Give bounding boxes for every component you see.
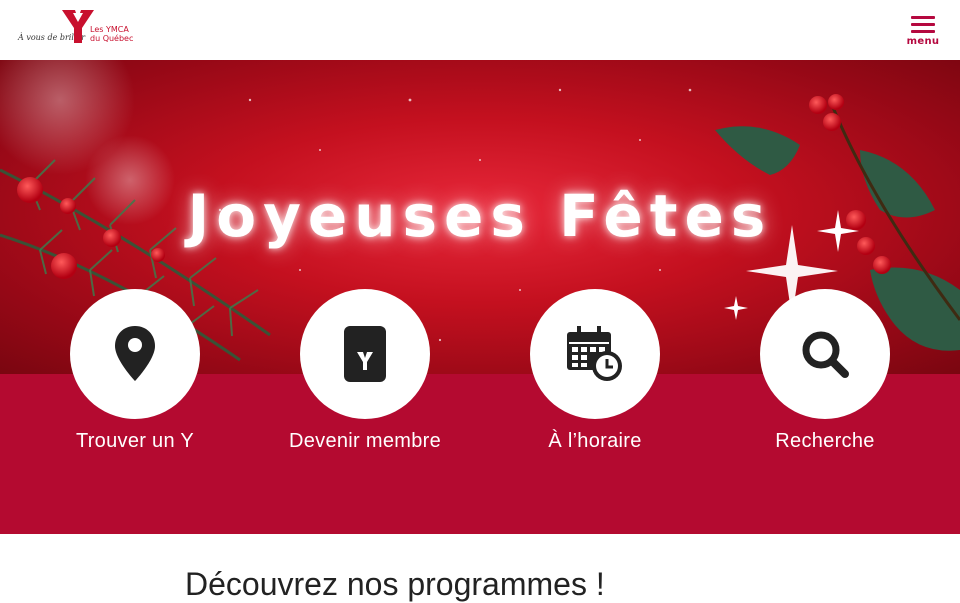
programs-title: Découvrez nos programmes ! xyxy=(185,566,605,602)
quick-link-schedule[interactable]: À l’horaire xyxy=(500,289,690,469)
menu-button[interactable]: menu xyxy=(904,14,942,48)
quick-link-circle xyxy=(300,289,430,419)
logo-brand-line1: Les YMCA xyxy=(90,25,129,34)
quick-link-membership[interactable]: Devenir membre xyxy=(270,289,460,469)
quick-link-label: À l’horaire xyxy=(548,430,642,452)
hero-title: Joyeuses Fêtes xyxy=(187,182,773,250)
quick-link-search[interactable]: Recherche xyxy=(730,289,920,469)
map-pin-icon xyxy=(115,326,155,381)
quick-link-label: Devenir membre xyxy=(288,430,442,452)
quick-link-circle xyxy=(70,289,200,419)
membership-card-icon xyxy=(344,326,386,382)
site-header: À vous de briller Les YMCA du Québec men… xyxy=(0,0,960,60)
quick-link-label: Recherche xyxy=(775,430,875,452)
logo-brand-text: Les YMCA du Québec xyxy=(90,25,133,43)
quick-link-find-y[interactable]: Trouver un Y xyxy=(40,289,230,469)
ymca-logo[interactable]: À vous de briller Les YMCA du Québec xyxy=(18,10,136,46)
menu-label: menu xyxy=(906,36,940,47)
quick-link-circle xyxy=(530,289,660,419)
quick-link-label: Trouver un Y xyxy=(75,430,195,452)
logo-brand-line2: du Québec xyxy=(90,34,134,43)
calendar-clock-icon xyxy=(567,326,622,381)
quick-link-circle xyxy=(760,289,890,419)
search-icon xyxy=(802,331,849,378)
